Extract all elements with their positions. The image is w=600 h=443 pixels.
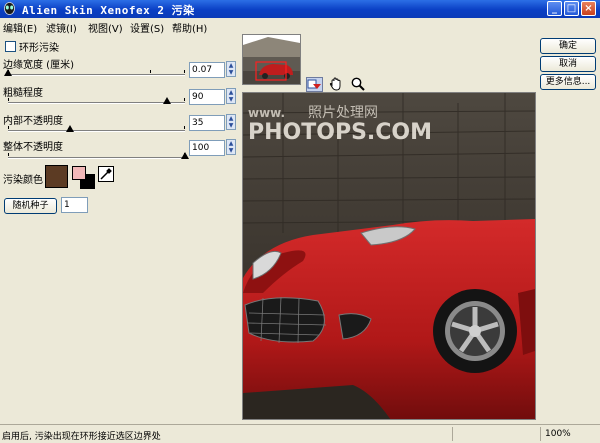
stain-color-swatch[interactable] xyxy=(45,165,68,188)
spin-up-icon[interactable]: ▲ xyxy=(227,115,235,122)
roughness-label: 粗糙程度 xyxy=(3,88,43,99)
spin-down-icon[interactable]: ▼ xyxy=(227,122,235,129)
roughness-spinner[interactable]: ▲ ▼ xyxy=(226,88,236,104)
hand-tool-button[interactable] xyxy=(328,76,346,92)
edge-width-label: 边缘宽度 (厘米) xyxy=(3,60,74,71)
window-title: Alien Skin Xenofex 2 污染 xyxy=(22,4,195,17)
magnifier-icon xyxy=(351,77,365,91)
menu-bar: 编辑(E) 滤镜(I) 视图(V) 设置(S) 帮助(H) xyxy=(0,18,600,35)
minimize-button[interactable]: _ xyxy=(547,1,562,16)
preview-toggle-button[interactable] xyxy=(306,77,323,92)
ok-button[interactable]: 确定 xyxy=(540,38,596,54)
tick-mark xyxy=(8,126,9,129)
spin-down-icon[interactable]: ▼ xyxy=(227,147,235,154)
tick-mark xyxy=(184,70,185,73)
status-message: 启用后, 污染出现在环形接近选区边界处 xyxy=(2,432,161,442)
hand-icon xyxy=(329,77,341,91)
navigator-thumbnail[interactable] xyxy=(242,34,301,85)
edge-width-slider-thumb[interactable] xyxy=(4,69,12,76)
spin-up-icon[interactable]: ▲ xyxy=(227,89,235,96)
spin-down-icon[interactable]: ▼ xyxy=(227,69,235,76)
menu-edit[interactable]: 编辑(E) xyxy=(3,20,37,35)
watermark-cn: 照片处理网 xyxy=(308,105,378,121)
spin-up-icon[interactable]: ▲ xyxy=(227,140,235,147)
title-bar: Alien Skin Xenofex 2 污染 _ □ × xyxy=(0,0,600,18)
alien-skin-icon xyxy=(4,2,15,15)
zoom-tool-button[interactable] xyxy=(350,76,366,92)
maximize-button[interactable]: □ xyxy=(564,1,579,16)
preview-image: www. 照片处理网 PHOTOPS.COM xyxy=(243,93,535,419)
eyedropper-icon xyxy=(100,168,112,180)
menu-help[interactable]: 帮助(H) xyxy=(172,20,207,35)
status-divider xyxy=(452,427,453,441)
thumbnail-image xyxy=(243,35,300,84)
inner-opacity-track xyxy=(8,130,185,132)
edge-width-input[interactable]: 0.07 xyxy=(189,62,225,78)
status-divider xyxy=(540,427,541,441)
watermark-title: PHOTOPS.COM xyxy=(248,120,432,145)
inner-opacity-label: 内部不透明度 xyxy=(3,116,63,127)
spin-down-icon[interactable]: ▼ xyxy=(227,96,235,103)
preview-canvas[interactable]: www. 照片处理网 PHOTOPS.COM xyxy=(242,92,536,420)
menu-filter[interactable]: 滤镜(I) xyxy=(46,20,77,35)
zoom-level: 100% xyxy=(545,429,571,439)
close-button[interactable]: × xyxy=(581,1,596,16)
cancel-button[interactable]: 取消 xyxy=(540,56,596,72)
controls-panel: 环形污染 边缘宽度 (厘米) 0.07 ▲ ▼ 粗糙程度 90 ▲ ▼ 内部不透明度… xyxy=(0,34,240,424)
overall-opacity-slider-thumb[interactable] xyxy=(181,152,189,159)
tick-mark xyxy=(184,98,185,101)
roughness-track xyxy=(8,102,185,104)
status-bar: 启用后, 污染出现在环形接近选区边界处 100% xyxy=(0,424,600,443)
overall-opacity-label: 整体不透明度 xyxy=(3,142,63,153)
overall-opacity-track xyxy=(8,157,185,159)
tick-mark xyxy=(8,98,9,101)
inner-opacity-slider-thumb[interactable] xyxy=(65,125,74,132)
edge-width-spinner[interactable]: ▲ ▼ xyxy=(226,61,236,77)
eyedropper-button[interactable] xyxy=(98,166,114,182)
menu-view[interactable]: 视图(V) xyxy=(88,20,123,35)
more-info-button[interactable]: 更多信息... xyxy=(540,74,596,90)
overall-opacity-input[interactable]: 100 xyxy=(189,140,225,156)
watermark-url: www. xyxy=(248,106,285,120)
stain-color-label: 污染颜色 xyxy=(3,175,43,186)
random-seed-button[interactable]: 随机种子 xyxy=(4,198,57,214)
tick-mark xyxy=(184,126,185,129)
menu-settings[interactable]: 设置(S) xyxy=(130,20,164,35)
spin-up-icon[interactable]: ▲ xyxy=(227,62,235,69)
tick-mark xyxy=(150,70,151,73)
overall-opacity-spinner[interactable]: ▲ ▼ xyxy=(226,139,236,155)
inner-opacity-spinner[interactable]: ▲ ▼ xyxy=(226,114,236,130)
roughness-slider-thumb[interactable] xyxy=(163,97,172,104)
edge-width-track xyxy=(8,74,185,76)
inner-opacity-input[interactable]: 35 xyxy=(189,115,225,131)
roughness-input[interactable]: 90 xyxy=(189,89,225,105)
preview-toggle-icon xyxy=(307,79,321,89)
preview-panel: www. 照片处理网 PHOTOPS.COM xyxy=(242,34,536,424)
ring-stain-checkbox[interactable] xyxy=(5,41,16,52)
random-seed-input[interactable]: 1 xyxy=(61,197,88,213)
tick-mark xyxy=(8,153,9,156)
ring-stain-label: 环形污染 xyxy=(19,43,59,54)
foreground-color-swatch[interactable] xyxy=(72,166,86,180)
app-window: Alien Skin Xenofex 2 污染 _ □ × 编辑(E) 滤镜(I… xyxy=(0,0,600,443)
